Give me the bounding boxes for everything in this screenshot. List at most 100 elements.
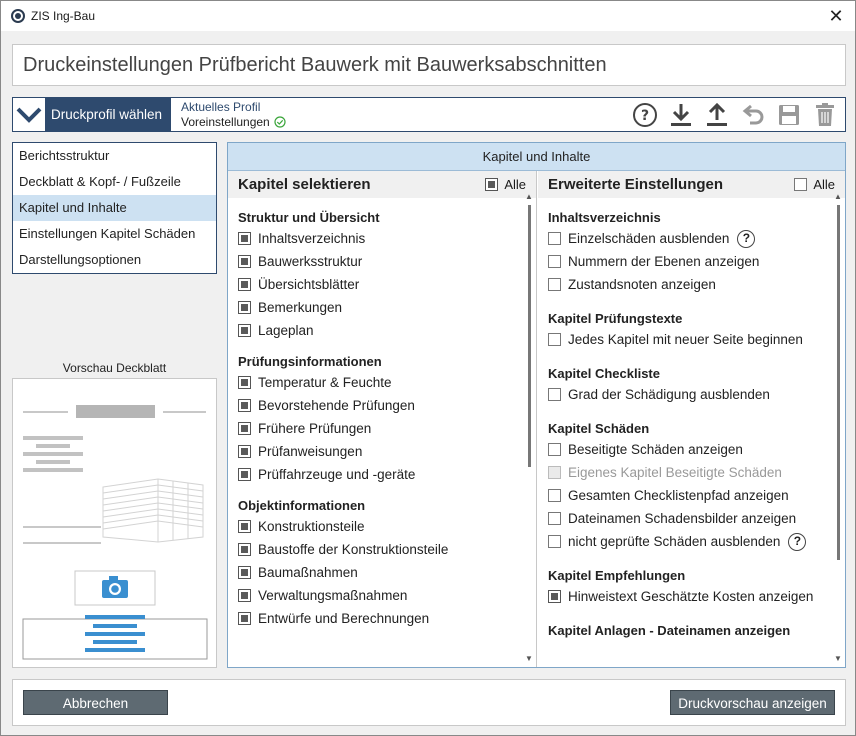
checkbox[interactable] <box>238 255 251 268</box>
option-hinweistext-kosten[interactable]: Hinweistext Geschätzte Kosten anzeigen <box>548 585 831 608</box>
help-icon[interactable]: ? <box>737 229 756 248</box>
option-beseitigte-schaeden[interactable]: Beseitigte Schäden anzeigen <box>548 438 831 461</box>
nav-item-einstellungen-schaeden[interactable]: Einstellungen Kapitel Schäden <box>13 221 216 247</box>
checkbox[interactable] <box>238 520 251 533</box>
current-profile-label: Aktuelles Profil <box>181 99 261 114</box>
option-nummern-ebenen[interactable]: Nummern der Ebenen anzeigen <box>548 250 831 273</box>
option-bevorstehende-pruefungen[interactable]: Bevorstehende Prüfungen <box>238 394 522 417</box>
checkbox[interactable] <box>548 512 561 525</box>
section-title: Inhaltsverzeichnis <box>548 210 661 225</box>
option-einzelschaeden-ausblenden[interactable]: Einzelschäden ausblenden? <box>548 227 831 250</box>
checkbox[interactable] <box>238 445 251 458</box>
upload-icon[interactable] <box>703 101 731 129</box>
option-pruefanweisungen[interactable]: Prüfanweisungen <box>238 440 522 463</box>
checkbox[interactable] <box>548 333 561 346</box>
option-inhaltsverzeichnis[interactable]: Inhaltsverzeichnis <box>238 227 522 250</box>
checkbox[interactable] <box>238 376 251 389</box>
close-button[interactable]: ✕ <box>825 5 847 27</box>
option-fruehere-pruefungen[interactable]: Frühere Prüfungen <box>238 417 522 440</box>
checkbox[interactable] <box>238 324 251 337</box>
option-label: Bevorstehende Prüfungen <box>258 398 415 413</box>
profile-bar: Druckprofil wählen Aktuelles Profil Vore… <box>12 97 846 132</box>
option-label: Hinweistext Geschätzte Kosten anzeigen <box>568 589 814 604</box>
option-prueffahrzeuge[interactable]: Prüffahrzeuge und -geräte <box>238 463 522 486</box>
option-uebersichtsblaetter[interactable]: Übersichtsblätter <box>238 273 522 296</box>
dialog-footer: Abbrechen Druckvorschau anzeigen <box>12 679 846 726</box>
help-icon[interactable]: ? <box>631 101 659 129</box>
section-title: Struktur und Übersicht <box>238 210 380 225</box>
option-verwaltungsmassnahmen[interactable]: Verwaltungsmaßnahmen <box>238 584 522 607</box>
cancel-button[interactable]: Abbrechen <box>23 690 168 715</box>
option-label: Frühere Prüfungen <box>258 421 372 436</box>
scroll-down-arrow-icon[interactable]: ▼ <box>834 655 842 663</box>
option-checklistenpfad[interactable]: Gesamten Checklistenpfad anzeigen <box>548 484 831 507</box>
checkbox[interactable] <box>548 489 561 502</box>
checkbox[interactable] <box>548 590 561 603</box>
select-all-right-checkbox[interactable] <box>794 178 808 191</box>
trash-icon[interactable] <box>811 101 839 129</box>
checkbox[interactable] <box>238 468 251 481</box>
right-scroll-thumb[interactable] <box>837 205 840 560</box>
nav-item-deckblatt[interactable]: Deckblatt & Kopf- / Fußzeile <box>13 169 216 195</box>
checkbox[interactable] <box>238 566 251 579</box>
checkbox[interactable] <box>238 232 251 245</box>
undo-icon[interactable] <box>739 101 767 129</box>
checkbox[interactable] <box>548 443 561 456</box>
checkbox[interactable] <box>238 589 251 602</box>
choose-profile-button[interactable]: Druckprofil wählen <box>13 98 171 131</box>
option-temperatur-feuchte[interactable]: Temperatur & Feuchte <box>238 371 522 394</box>
option-dateinamen-schadensbilder[interactable]: Dateinamen Schadensbilder anzeigen <box>548 507 831 530</box>
option-baustoffe[interactable]: Baustoffe der Konstruktionsteile <box>238 538 522 561</box>
right-scrollbar[interactable]: ▲ ▼ <box>834 193 842 663</box>
option-label: Bemerkungen <box>258 300 343 315</box>
option-bauwerksstruktur[interactable]: Bauwerksstruktur <box>238 250 522 273</box>
checkbox[interactable] <box>548 278 561 291</box>
scroll-down-arrow-icon[interactable]: ▼ <box>525 655 533 663</box>
option-kapitel-neue-seite[interactable]: Jedes Kapitel mit neuer Seite beginnen <box>548 328 831 351</box>
option-nicht-gepruefte-schaeden[interactable]: nicht geprüfte Schäden ausblenden? <box>548 530 831 553</box>
checkbox[interactable] <box>238 543 251 556</box>
checkbox[interactable] <box>548 535 561 548</box>
checkbox[interactable] <box>238 612 251 625</box>
select-all-left[interactable]: Alle <box>485 177 526 192</box>
checkbox[interactable] <box>548 232 561 245</box>
section-title: Objektinformationen <box>238 498 366 513</box>
scroll-up-arrow-icon[interactable]: ▲ <box>525 193 533 201</box>
page-title: Druckeinstellungen Prüfbericht Bauwerk m… <box>23 53 607 76</box>
left-scroll-thumb[interactable] <box>528 205 531 467</box>
left-scrollbar[interactable]: ▲ ▼ <box>525 193 533 663</box>
option-lageplan[interactable]: Lageplan <box>238 319 522 342</box>
advanced-settings-title: Erweiterte Einstellungen <box>548 176 724 193</box>
choose-profile-label: Druckprofil wählen <box>51 107 163 122</box>
nav-item-berichtsstruktur[interactable]: Berichtsstruktur <box>13 143 216 169</box>
option-konstruktionsteile[interactable]: Konstruktionsteile <box>238 515 522 538</box>
nav-item-darstellungsoptionen[interactable]: Darstellungsoptionen <box>13 247 216 273</box>
option-label: Baumaßnahmen <box>258 565 358 580</box>
checkbox[interactable] <box>238 278 251 291</box>
checkbox[interactable] <box>238 301 251 314</box>
scroll-up-arrow-icon[interactable]: ▲ <box>834 193 842 201</box>
option-label: Lageplan <box>258 323 314 338</box>
window-title: ZIS Ing-Bau <box>31 9 96 23</box>
option-baumassnahmen[interactable]: Baumaßnahmen <box>238 561 522 584</box>
nav-item-kapitel-und-inhalte[interactable]: Kapitel und Inhalte <box>13 195 216 221</box>
download-icon[interactable] <box>667 101 695 129</box>
option-grad-schaedigung[interactable]: Grad der Schädigung ausblenden <box>548 383 831 406</box>
cover-preview-image <box>22 405 208 660</box>
select-all-left-checkbox[interactable] <box>485 178 499 191</box>
checkbox[interactable] <box>238 422 251 435</box>
help-icon[interactable]: ? <box>788 532 807 551</box>
option-bemerkungen[interactable]: Bemerkungen <box>238 296 522 319</box>
print-preview-button[interactable]: Druckvorschau anzeigen <box>670 690 835 715</box>
option-zustandsnoten[interactable]: Zustandsnoten anzeigen <box>548 273 831 296</box>
select-all-right[interactable]: Alle <box>794 177 835 192</box>
checkbox[interactable] <box>548 388 561 401</box>
check-circle-icon <box>274 116 286 128</box>
checkbox[interactable] <box>548 255 561 268</box>
current-profile: Aktuelles Profil Voreinstellungen <box>181 100 286 130</box>
save-icon[interactable] <box>775 101 803 129</box>
checkbox[interactable] <box>238 399 251 412</box>
section-title: Kapitel Empfehlungen <box>548 568 686 583</box>
option-label: Beseitigte Schäden anzeigen <box>568 442 743 457</box>
option-entwuerfe[interactable]: Entwürfe und Berechnungen <box>238 607 522 630</box>
